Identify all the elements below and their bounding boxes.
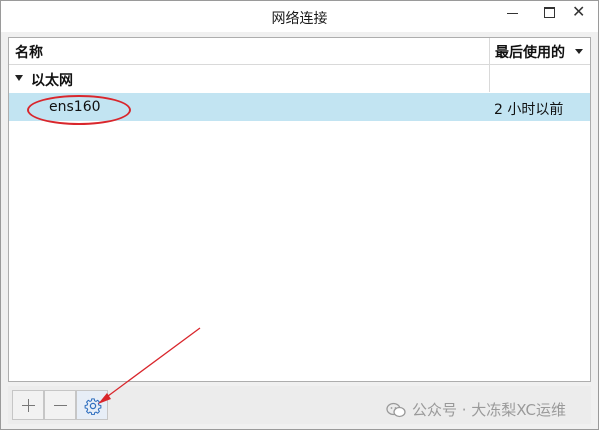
connection-row-ens160[interactable]: ens160 2 小时以前 — [9, 93, 590, 125]
title-bar: 网络连接 ✕ — [1, 1, 598, 32]
close-button[interactable]: ✕ — [567, 1, 597, 25]
minus-icon — [54, 405, 67, 406]
expander-down-icon[interactable] — [15, 75, 23, 81]
minimize-icon — [507, 13, 518, 14]
group-label: 以太网 — [31, 73, 73, 89]
close-icon: ✕ — [572, 2, 586, 21]
remove-connection-button[interactable] — [44, 390, 76, 420]
group-row-ethernet[interactable]: 以太网 — [9, 65, 590, 92]
gear-icon — [84, 398, 102, 415]
minimize-button[interactable] — [497, 1, 527, 25]
column-header-last-used[interactable]: 最后使用的 — [495, 42, 565, 62]
plus-icon-vertical — [28, 399, 29, 412]
watermark: 公众号 · 大冻梨XC运维 — [386, 399, 566, 420]
annotation-ellipse — [27, 95, 131, 125]
watermark-text: 公众号 · 大冻梨XC运维 — [412, 401, 566, 419]
column-header-name[interactable]: 名称 — [15, 42, 43, 62]
connections-list[interactable]: 名称 最后使用的 以太网 ens160 2 小时以前 — [8, 37, 591, 382]
edit-connection-button[interactable] — [76, 390, 108, 420]
maximize-icon — [544, 7, 555, 18]
maximize-button[interactable] — [535, 1, 565, 25]
network-connections-window: 网络连接 ✕ 名称 最后使用的 以太网 ens160 2 小时以前 公众号 · … — [0, 0, 599, 430]
column-divider — [489, 38, 490, 64]
add-connection-button[interactable] — [12, 390, 44, 420]
wechat-icon — [386, 402, 406, 418]
sort-descending-icon[interactable] — [575, 49, 583, 54]
column-divider — [489, 65, 490, 92]
connection-last-used: 2 小时以前 — [494, 102, 564, 118]
list-header: 名称 最后使用的 — [9, 38, 590, 65]
